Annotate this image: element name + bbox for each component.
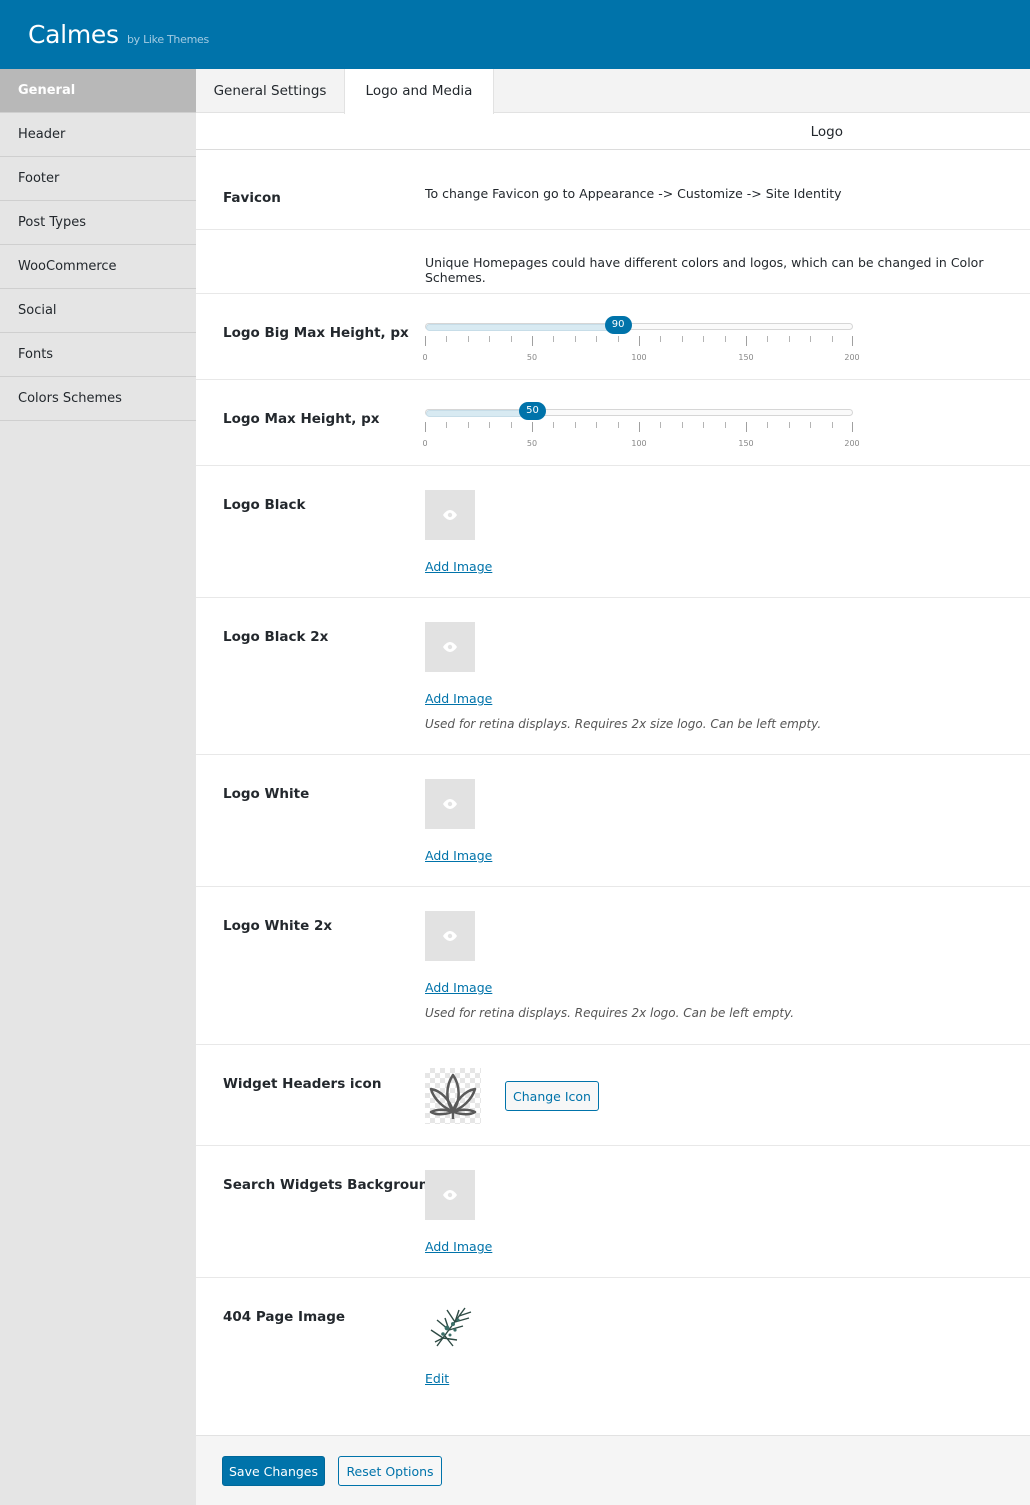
tick-label: 50	[526, 353, 538, 362]
logo-big-max-height-slider[interactable]: 90 0 50 100 150 200	[422, 316, 860, 363]
slider-track[interactable]	[425, 409, 853, 417]
slider-handle[interactable]: 90	[604, 316, 632, 334]
leaf-icon	[429, 1073, 477, 1119]
logo-black-2x-preview[interactable]	[425, 622, 475, 672]
tick-label: 50	[526, 439, 538, 448]
logo-white-2x-add-image-link[interactable]: Add Image	[425, 980, 492, 995]
logo-max-height-label: Logo Max Height, px	[223, 411, 380, 427]
eye-icon	[443, 510, 457, 520]
sidebar: General Header Footer Post Types WooComm…	[0, 69, 196, 1505]
sidebar-item-general[interactable]: General	[0, 69, 196, 113]
tick-label: 150	[738, 439, 754, 448]
sidebar-item-header[interactable]: Header	[0, 113, 196, 157]
widget-headers-icon-preview	[425, 1068, 481, 1124]
section-title: Logo	[196, 113, 1030, 150]
eye-icon	[443, 1190, 457, 1200]
tab-general-settings[interactable]: General Settings	[196, 69, 344, 113]
logo-black-row: Logo Black Add Image	[196, 466, 1030, 598]
sidebar-item-footer[interactable]: Footer	[0, 157, 196, 201]
logo-white-2x-label: Logo White 2x	[223, 918, 333, 934]
logo-white-2x-preview[interactable]	[425, 911, 475, 961]
page-404-image-edit-link[interactable]: Edit	[425, 1371, 449, 1386]
tick-label: 100	[631, 353, 647, 362]
page-404-image-row: 404 Page Image Edit	[196, 1278, 1030, 1435]
logo-white-2x-description: Used for retina displays. Requires 2x lo…	[425, 1006, 795, 1020]
logo-max-height-slider[interactable]: 50 0 50 100 150 200	[422, 402, 860, 449]
settings-panel: General Settings Logo and Media Logo Fav…	[196, 69, 1030, 1505]
eye-icon	[443, 642, 457, 652]
tick-label: 200	[844, 439, 860, 448]
widget-headers-icon-label: Widget Headers icon	[223, 1076, 382, 1092]
top-bar: Calmes by Like Themes	[0, 0, 1030, 69]
slider-ticks: 0 50 100 150 200	[422, 422, 860, 448]
logo-black-preview[interactable]	[425, 490, 475, 540]
sidebar-item-post-types[interactable]: Post Types	[0, 201, 196, 245]
eye-icon	[443, 931, 457, 941]
search-widgets-background-preview[interactable]	[425, 1170, 475, 1220]
logo-black-add-image-link[interactable]: Add Image	[425, 559, 492, 574]
tick-label: 200	[844, 353, 860, 362]
tick-label: 0	[422, 439, 428, 448]
homepages-note: Unique Homepages could have different co…	[425, 255, 984, 285]
search-widgets-background-label: Search Widgets Background	[223, 1177, 439, 1193]
save-changes-button[interactable]: Save Changes	[222, 1456, 325, 1486]
logo-white-2x-row: Logo White 2x Add Image Used for retina …	[196, 887, 1030, 1045]
reset-options-button[interactable]: Reset Options	[338, 1456, 442, 1486]
logo-white-label: Logo White	[223, 786, 310, 802]
tick-label: 0	[422, 353, 428, 362]
favicon-row: Favicon To change Favicon go to Appearan…	[196, 150, 1030, 230]
logo-big-max-height-row: Logo Big Max Height, px 90 0 50 100 150 …	[196, 294, 1030, 380]
search-widgets-background-add-image-link[interactable]: Add Image	[425, 1239, 492, 1254]
logo-white-row: Logo White Add Image	[196, 755, 1030, 887]
tab-bar: General Settings Logo and Media	[196, 69, 1030, 114]
sidebar-item-colors-schemes[interactable]: Colors Schemes	[0, 377, 196, 421]
sidebar-item-fonts[interactable]: Fonts	[0, 333, 196, 377]
widget-headers-icon-row: Widget Headers icon Change Icon	[196, 1045, 1030, 1146]
sidebar-item-social[interactable]: Social	[0, 289, 196, 333]
page-404-image-label: 404 Page Image	[223, 1309, 346, 1325]
theme-author: by Like Themes	[127, 33, 209, 46]
tick-label: 100	[631, 439, 647, 448]
logo-max-height-row: Logo Max Height, px 50 0 50 100 150 200	[196, 380, 1030, 466]
slider-ticks: 0 50 100 150 200	[422, 336, 860, 362]
logo-white-add-image-link[interactable]: Add Image	[425, 848, 492, 863]
slider-fill	[426, 410, 533, 417]
slider-handle[interactable]: 50	[519, 402, 546, 420]
leaf-illustration-icon	[430, 1307, 472, 1347]
logo-black-2x-row: Logo Black 2x Add Image Used for retina …	[196, 598, 1030, 755]
tab-logo-and-media[interactable]: Logo and Media	[344, 69, 494, 114]
tick-label: 150	[738, 353, 754, 362]
sidebar-item-woocommerce[interactable]: WooCommerce	[0, 245, 196, 289]
favicon-label: Favicon	[223, 190, 281, 206]
change-icon-button[interactable]: Change Icon	[505, 1081, 599, 1111]
slider-fill	[426, 324, 618, 331]
homepages-note-row: Unique Homepages could have different co…	[196, 230, 1030, 294]
logo-black-label: Logo Black	[223, 497, 306, 513]
favicon-instructions: To change Favicon go to Appearance -> Cu…	[425, 186, 842, 201]
logo-black-2x-add-image-link[interactable]: Add Image	[425, 691, 492, 706]
eye-icon	[443, 799, 457, 809]
logo-white-preview[interactable]	[425, 779, 475, 829]
theme-title: Calmes	[28, 20, 119, 49]
search-widgets-background-row: Search Widgets Background Add Image	[196, 1146, 1030, 1278]
logo-black-2x-description: Used for retina displays. Requires 2x si…	[425, 717, 822, 731]
logo-big-max-height-label: Logo Big Max Height, px	[223, 325, 409, 341]
logo-black-2x-label: Logo Black 2x	[223, 629, 329, 645]
footer-actions: Save Changes Reset Options	[196, 1435, 1030, 1505]
slider-track[interactable]	[425, 323, 853, 331]
page-404-image-preview[interactable]	[425, 1300, 477, 1352]
